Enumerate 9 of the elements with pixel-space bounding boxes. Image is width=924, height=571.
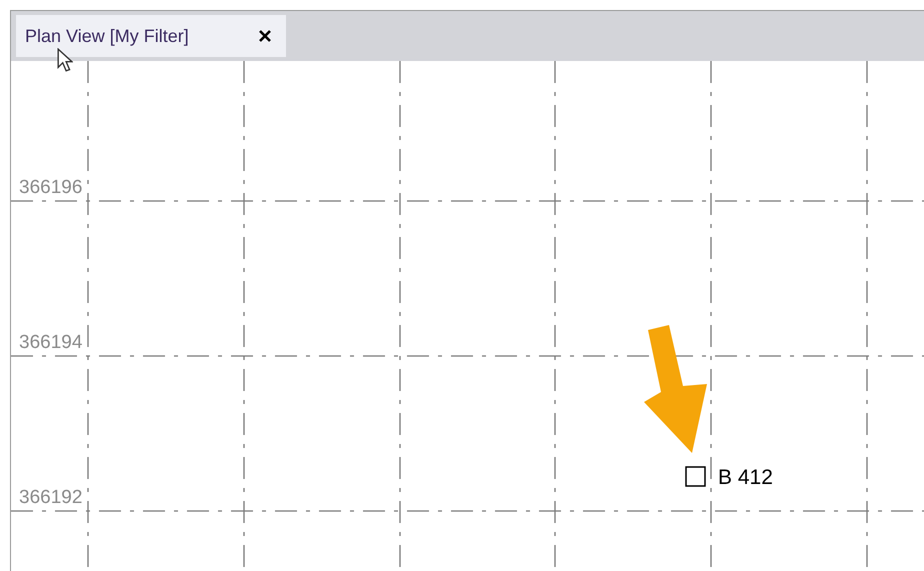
tab-title: Plan View [My Filter]: [25, 26, 189, 46]
element-marker: [685, 466, 706, 487]
document-tab[interactable]: Plan View [My Filter]: [16, 15, 286, 57]
element-label: B 412: [718, 466, 773, 489]
arrow-icon: [644, 325, 707, 453]
close-icon[interactable]: [258, 29, 272, 43]
grid-label: 366194: [19, 332, 82, 353]
grid-label: 366196: [19, 177, 82, 198]
grid-label: 366192: [19, 487, 82, 508]
